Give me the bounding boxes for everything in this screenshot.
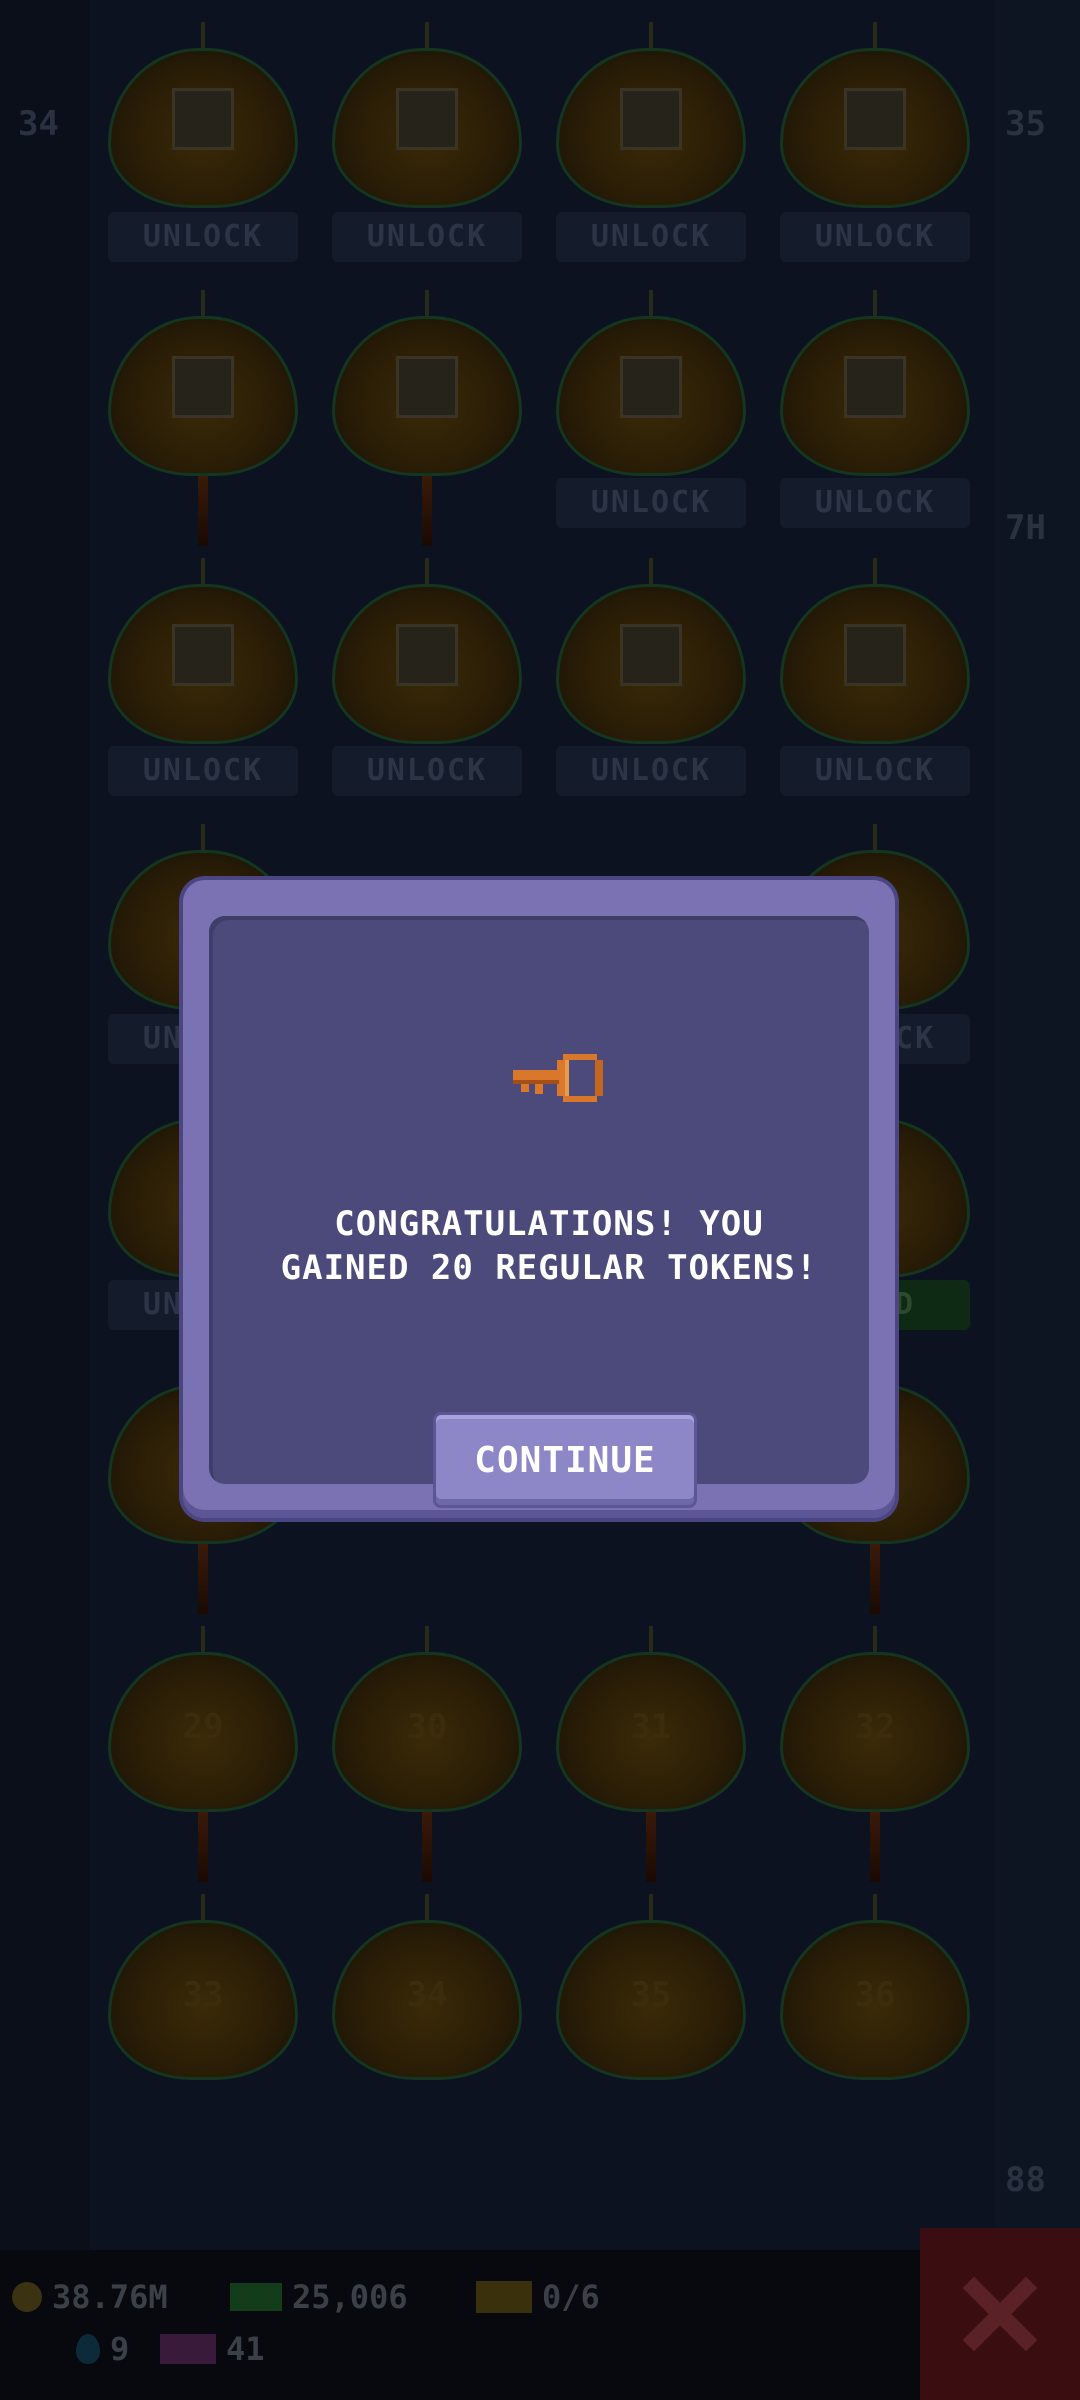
key-icon: [513, 1054, 603, 1102]
reward-message: CONGRATULATIONS! YOU GAINED 20 REGULAR T…: [280, 1204, 818, 1288]
continue-button[interactable]: CONTINUE: [433, 1412, 697, 1508]
dialog-panel: CONGRATULATIONS! YOU GAINED 20 REGULAR T…: [209, 916, 869, 1508]
reward-dialog: CONGRATULATIONS! YOU GAINED 20 REGULAR T…: [183, 880, 895, 1518]
